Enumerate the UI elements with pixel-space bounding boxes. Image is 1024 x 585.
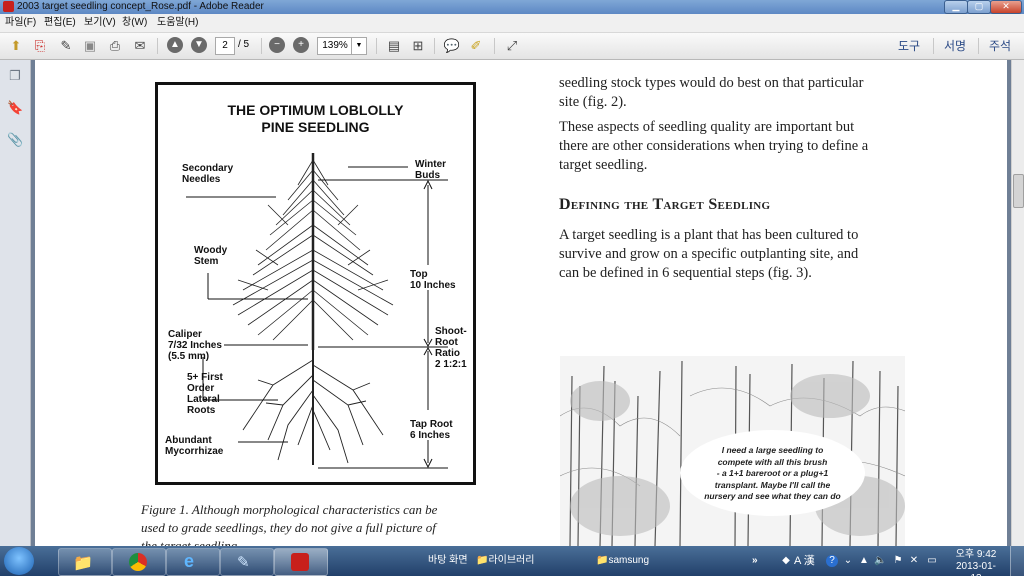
minimize-button[interactable]: ▁ bbox=[944, 0, 968, 14]
pdf-page: THE OPTIMUM LOBLOLLY PINE SEEDLING Secon… bbox=[35, 60, 1007, 546]
menu-help[interactable]: 도움말(H) bbox=[157, 14, 198, 32]
fit-width-icon[interactable]: ⊞ bbox=[408, 36, 428, 56]
fit-page-icon[interactable]: ▤ bbox=[384, 36, 404, 56]
taskbar-chrome[interactable] bbox=[112, 548, 166, 576]
help-icon[interactable]: ? bbox=[826, 555, 838, 567]
folder-icon: 📁 bbox=[476, 555, 489, 566]
menu-bar: 파일(F) 편집(E) 보기(V) 창(W) 도움말(H) bbox=[0, 14, 1024, 33]
toolbar: ⬆ ⎘ ✎ ▣ ⎙ ✉ ▲ ▼ 2 / 5 − + 139% ▼ ▤ ⊞ 💬 ✐… bbox=[0, 33, 1024, 60]
maximize-button[interactable]: ▢ bbox=[967, 0, 991, 14]
paragraph-definition: A target seedling is a plant that has be… bbox=[559, 227, 859, 281]
paragraph-quality: These aspects of seedling quality are im… bbox=[559, 119, 869, 173]
menu-window[interactable]: 창(W) bbox=[122, 14, 147, 32]
desktop-toolbar[interactable]: 바탕 화면 bbox=[428, 546, 468, 576]
paragraph-site: seedling stock types would do best on th… bbox=[559, 75, 864, 110]
ime-indicator[interactable]: A 漢 bbox=[794, 546, 815, 576]
attachments-icon[interactable]: 📎 bbox=[7, 132, 23, 148]
start-button[interactable] bbox=[4, 547, 34, 575]
toolbar-divider bbox=[494, 38, 495, 54]
taskbar-control-panel[interactable]: ✎ bbox=[220, 548, 274, 576]
figure-seedling-diagram: THE OPTIMUM LOBLOLLY PINE SEEDLING Secon… bbox=[155, 82, 476, 485]
taskbar-adobe-reader[interactable] bbox=[274, 548, 328, 576]
next-page-icon[interactable]: ▼ bbox=[191, 37, 207, 53]
taskbar: 📁 e ✎ 바탕 화면 📁라이브러리 📁samsung » ◆ A 漢 ? ⌄ … bbox=[0, 546, 1024, 584]
highlight-icon[interactable]: ✐ bbox=[466, 36, 486, 56]
show-hidden-icons-icon[interactable]: ▲ bbox=[858, 555, 870, 567]
adobe-reader-icon bbox=[291, 553, 309, 571]
menu-view[interactable]: 보기(V) bbox=[84, 14, 116, 32]
label-winter-buds: Winter Buds bbox=[415, 159, 447, 181]
monitor-icon[interactable]: ▭ bbox=[926, 555, 938, 567]
window-title: 2003 target seedling concept_Rose.pdf - … bbox=[17, 1, 264, 12]
folder-icon: 📁 bbox=[596, 555, 609, 566]
ie-icon: e bbox=[184, 551, 195, 571]
label-secondary-needles: Secondary Needles bbox=[182, 163, 234, 185]
zoom-field[interactable]: 139% bbox=[317, 37, 353, 55]
scrollbar-thumb[interactable] bbox=[1013, 174, 1024, 208]
label-mycorrhizae: Abundant Mycorrhizae bbox=[165, 435, 224, 457]
menu-file[interactable]: 파일(F) bbox=[5, 14, 36, 32]
navigation-pane: ❐ 🔖 📎 bbox=[0, 60, 31, 546]
save-icon[interactable]: ▣ bbox=[80, 36, 100, 56]
toolbar-divider bbox=[434, 38, 435, 54]
tools-link[interactable]: 도구 bbox=[898, 33, 920, 59]
library-toolbar[interactable]: 📁라이브러리 bbox=[476, 546, 534, 576]
print-icon[interactable]: ⎙ bbox=[105, 36, 125, 56]
chrome-icon bbox=[129, 553, 147, 571]
label-caliper: Caliper 7/32 Inches (5.5 mm) bbox=[168, 329, 222, 362]
bookmarks-icon[interactable]: 🔖 bbox=[7, 100, 23, 116]
label-shoot-root-ratio: Shoot- Root Ratio 2 1:2:1 bbox=[435, 326, 467, 370]
clock[interactable]: 오후 9:42 2013-01-13 bbox=[952, 549, 1000, 585]
figure-caption: Figure 1. Although morphological charact… bbox=[141, 502, 438, 546]
toolbar-divider bbox=[157, 38, 158, 54]
toolbar-divider bbox=[376, 38, 377, 54]
section-heading: Defining the Target Seedling bbox=[559, 196, 771, 213]
toolbar-overflow-chevron-icon[interactable]: » bbox=[752, 546, 758, 576]
comment-icon[interactable]: 💬 bbox=[442, 36, 462, 56]
label-tap-root: Tap Root 6 Inches bbox=[410, 419, 453, 441]
toolbar-divider bbox=[933, 38, 934, 54]
open-icon[interactable]: ⬆ bbox=[6, 36, 26, 56]
bubble-text: I need a large seedling to compete with a… bbox=[704, 445, 841, 501]
label-woody-stem: Woody Stem bbox=[194, 245, 228, 267]
taskbar-internet-explorer[interactable]: e bbox=[166, 548, 220, 576]
zoom-out-icon[interactable]: − bbox=[269, 37, 285, 53]
show-desktop-button[interactable] bbox=[1010, 546, 1024, 576]
clock-date: 2013-01-13 bbox=[955, 561, 997, 584]
clock-time: 오후 9:42 bbox=[955, 549, 997, 560]
control-panel-icon: ✎ bbox=[237, 554, 250, 571]
zoom-dropdown-icon[interactable]: ▼ bbox=[351, 37, 367, 55]
label-top-height: Top 10 Inches bbox=[410, 269, 456, 291]
create-pdf-icon[interactable]: ⎘ bbox=[30, 36, 50, 56]
previous-page-icon[interactable]: ▲ bbox=[167, 37, 183, 53]
volume-icon[interactable]: 🔈 bbox=[874, 555, 886, 567]
ime-options-icon[interactable]: ⌄ bbox=[842, 555, 854, 567]
edit-icon[interactable]: ✎ bbox=[56, 36, 76, 56]
toolbar-divider bbox=[978, 38, 979, 54]
sign-link[interactable]: 서명 bbox=[944, 33, 966, 59]
email-icon[interactable]: ✉ bbox=[130, 36, 150, 56]
adobe-reader-icon bbox=[3, 1, 14, 12]
label-lateral-roots: 5+ First Order Lateral Roots bbox=[187, 372, 223, 416]
title-bar: 2003 target seedling concept_Rose.pdf - … bbox=[0, 0, 1024, 14]
zoom-in-icon[interactable]: + bbox=[293, 37, 309, 53]
folder-icon: 📁 bbox=[73, 555, 93, 572]
speech-bubble: I need a large seedling to compete with a… bbox=[680, 430, 865, 516]
network-icon[interactable]: ◆ bbox=[780, 555, 792, 567]
fullscreen-icon[interactable]: ⤢ bbox=[502, 36, 522, 56]
toolbar-divider bbox=[261, 38, 262, 54]
forest-sketch-illustration: I need a large seedling to compete with a… bbox=[560, 356, 905, 546]
action-center-icon[interactable]: ⚑ bbox=[892, 555, 904, 567]
close-button[interactable]: ✕ bbox=[990, 0, 1022, 14]
document-area[interactable]: THE OPTIMUM LOBLOLLY PINE SEEDLING Secon… bbox=[31, 60, 1011, 546]
comment-link[interactable]: 주석 bbox=[989, 33, 1011, 59]
vertical-scrollbar[interactable] bbox=[1011, 60, 1024, 546]
taskbar-explorer[interactable]: 📁 bbox=[58, 548, 112, 576]
page-total: / 5 bbox=[238, 39, 250, 50]
menu-edit[interactable]: 편집(E) bbox=[44, 14, 76, 32]
speaker-mute-icon[interactable]: ✕ bbox=[908, 555, 920, 567]
page-number-field[interactable]: 2 bbox=[215, 37, 235, 55]
samsung-toolbar[interactable]: 📁samsung bbox=[596, 546, 649, 576]
page-thumbnails-icon[interactable]: ❐ bbox=[7, 68, 23, 84]
